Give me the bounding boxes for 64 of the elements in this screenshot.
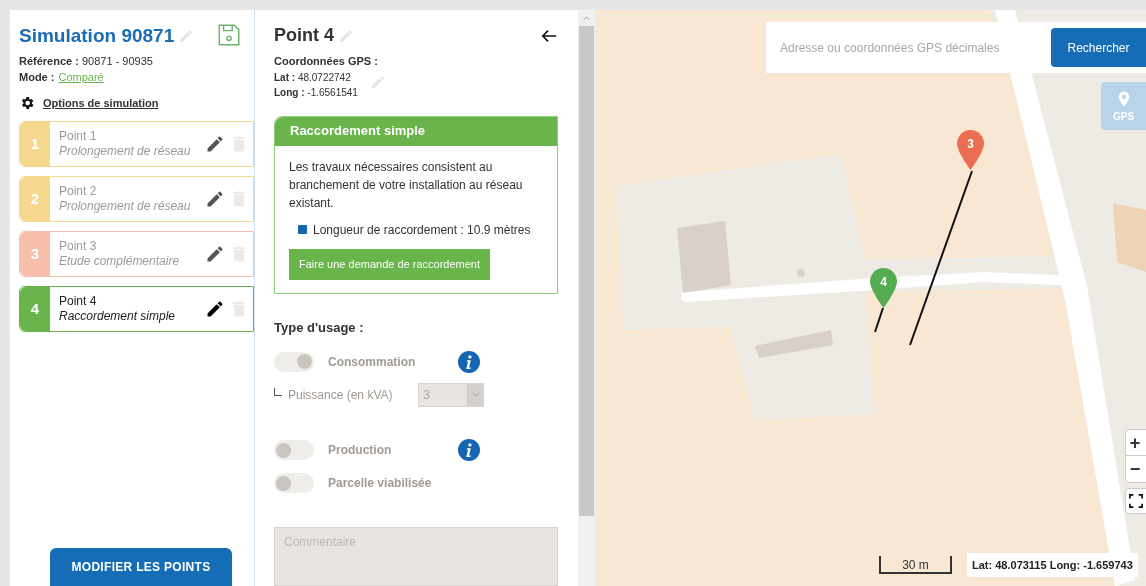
point-type: Etude complémentaire xyxy=(59,254,181,269)
toggle-switch[interactable] xyxy=(274,440,314,461)
length-text: Longueur de raccordement : 10.9 mètres xyxy=(313,221,531,239)
pencil-icon[interactable] xyxy=(205,189,225,209)
caret-icon xyxy=(471,392,480,398)
map-marker[interactable]: 4 xyxy=(870,268,897,308)
point-number: 4 xyxy=(30,298,40,319)
connection-line xyxy=(874,307,884,333)
request-button[interactable]: Faire une demande de raccordement xyxy=(289,248,490,280)
point-item[interactable]: 3 Point 3 Etude complémentaire xyxy=(19,231,254,277)
point-number: 1 xyxy=(30,133,40,154)
power-label: Puissance (en kVA) xyxy=(288,386,394,404)
scrollbar-thumb[interactable] xyxy=(579,26,594,516)
map-marker[interactable]: 3 xyxy=(957,130,984,170)
modify-points-button[interactable]: MODIFIER LES POINTS xyxy=(50,548,232,586)
result-description: Les travaux nécessaires consistent au branchement de votre installation au réseau existant. xyxy=(289,158,524,212)
coordinates-readout: Lat: 48.073115 Long: -1.659743 xyxy=(967,553,1138,577)
mode-label: Mode : xyxy=(19,70,55,85)
longitude-text: Long : -1.6561541 xyxy=(274,85,358,100)
scroll-up-icon[interactable] xyxy=(583,16,590,21)
fullscreen-button[interactable] xyxy=(1125,488,1146,514)
reference-text: Référence : 90871 - 90935 xyxy=(19,53,154,69)
toggle-switch[interactable] xyxy=(274,473,314,494)
fullscreen-icon xyxy=(1129,494,1143,508)
usage-title: Type d'usage : xyxy=(274,318,365,337)
mode-link[interactable]: Comparé xyxy=(58,69,104,86)
point-type: Raccordement simple xyxy=(59,309,177,324)
zoom-in-button[interactable]: + xyxy=(1126,430,1146,456)
pencil-icon[interactable] xyxy=(205,244,225,264)
settings-icon[interactable] xyxy=(19,94,35,111)
options-link[interactable]: Options de simulation xyxy=(43,94,159,111)
point-heading: Point 4 xyxy=(274,24,334,47)
simulation-title: Simulation 90871 xyxy=(19,24,175,48)
point-number: 3 xyxy=(30,243,40,264)
gps-label: Coordonnées GPS : xyxy=(274,54,379,69)
tree-branch-icon xyxy=(274,387,282,396)
toggle-label: Parcelle viabilisée xyxy=(328,475,433,493)
legend-square-icon xyxy=(298,225,307,234)
toggle-label: Production xyxy=(328,442,393,460)
point-title: Point 4 xyxy=(59,294,98,309)
pencil-icon[interactable] xyxy=(205,299,225,319)
pencil-icon[interactable] xyxy=(205,134,225,154)
gps-button[interactable]: GPS xyxy=(1101,82,1146,130)
toggle-label: Consommation xyxy=(328,353,417,371)
point-item[interactable]: 1 Point 1 Prolongement de réseau xyxy=(19,121,254,167)
result-title: Raccordement simple xyxy=(290,122,426,141)
point-type: Prolongement de réseau xyxy=(59,144,192,159)
point-title: Point 3 xyxy=(59,239,98,254)
point-title: Point 1 xyxy=(59,129,98,144)
latitude-text: Lat : 48.0722742 xyxy=(274,70,352,85)
search-button[interactable]: Rechercher xyxy=(1051,28,1146,67)
point-item[interactable]: 2 Point 2 Prolongement de réseau xyxy=(19,176,254,222)
info-icon[interactable] xyxy=(458,350,480,373)
scale-bar: 30 m xyxy=(879,556,952,574)
point-type: Prolongement de réseau xyxy=(59,199,192,214)
info-icon[interactable] xyxy=(458,439,480,462)
save-icon[interactable] xyxy=(216,22,242,48)
point-title: Point 2 xyxy=(59,184,98,199)
point-item[interactable]: 4 Point 4 Raccordement simple xyxy=(19,286,254,332)
point-number: 2 xyxy=(30,188,40,209)
zoom-out-button[interactable]: − xyxy=(1126,456,1146,482)
power-select[interactable]: 3 xyxy=(418,382,484,407)
toggle-switch[interactable] xyxy=(274,351,314,372)
address-search-field[interactable]: Adresse ou coordonnées GPS décimales xyxy=(766,22,1041,73)
